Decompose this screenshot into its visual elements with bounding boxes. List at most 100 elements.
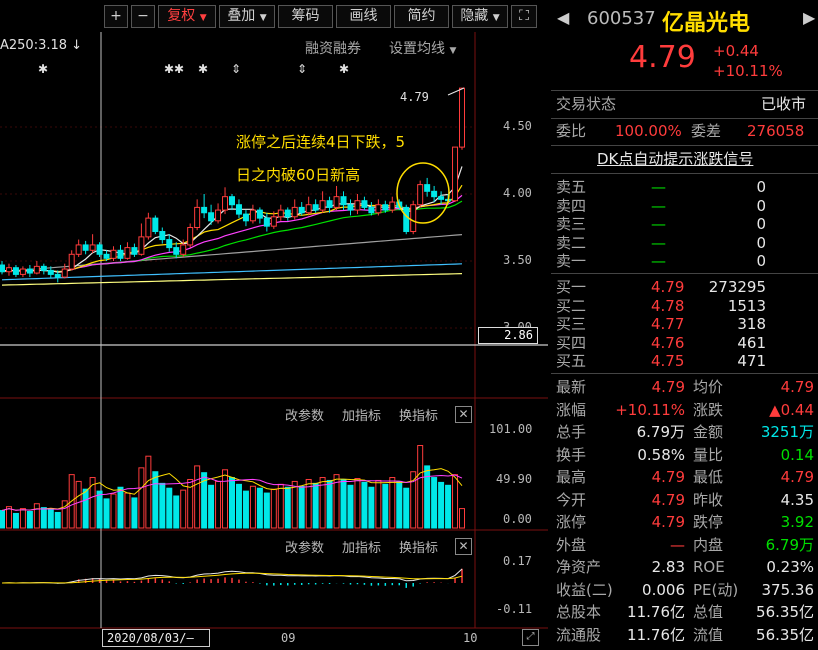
volume-bar [75,480,82,529]
buy-level-price: 4.78 [651,296,685,315]
next-stock-icon[interactable]: ▶ [803,8,815,27]
candle-body [61,268,68,278]
candle-body [438,196,445,200]
volume-bar [263,492,270,529]
volume-bar [382,483,389,529]
candle-body [452,146,459,202]
macd-add-indicator-button[interactable]: 加指标 [342,537,381,556]
expand-icon[interactable]: ⤢ [522,629,539,646]
volume-bar [270,488,277,529]
stat-label: 昨收 [693,490,724,509]
stat-label: 最新 [556,378,587,396]
finance-button[interactable]: 融资融券 [305,38,361,58]
candle-body [194,206,201,228]
candle-body [249,209,256,222]
buy-level-label: 买三 [556,315,587,333]
macd-edit-params-button[interactable]: 改参数 [285,537,324,556]
volume-bar [131,497,138,529]
volume-bar [375,479,382,529]
volume-bar [368,486,375,529]
buy-level-price: 4.79 [651,278,685,296]
candle-body [431,190,438,198]
volume-bar [208,484,215,529]
volume-bar [452,474,459,529]
volume-bar [152,471,159,529]
stat-label: 跌停 [693,513,724,531]
buy-level-price: 4.75 [651,352,685,370]
stat-label: 净资产 [556,558,602,576]
vol-add-indicator-button[interactable]: 加指标 [342,405,381,424]
volume-bar [347,484,354,529]
stat-label: 收益(二) [556,580,613,599]
candle-body [75,244,82,255]
volume-bar [403,487,410,529]
macd-switch-indicator-button[interactable]: 换指标 [399,537,438,556]
candle-body [180,244,187,255]
stat-value: 4.79 [651,468,685,486]
candle-body [424,184,431,192]
candle-body [361,200,368,208]
candle-body [291,206,298,218]
buy-level-price: 4.76 [651,333,685,352]
stat-label: 涨幅 [556,400,587,419]
dk-signal-link[interactable]: DK点自动提示涨跌信号 [597,149,753,169]
stat-value: 4.79 [651,490,685,509]
volume-bar [124,492,131,529]
stat-label: PE(动) [693,580,739,599]
vol-edit-params-button[interactable]: 改参数 [285,405,324,424]
candle-body [368,206,375,214]
signal-star-icon: ✱ [38,62,49,76]
volume-bar [229,477,235,529]
weicha-value: 276058 [747,122,805,140]
last-price-label: 4.79 [400,90,429,104]
set-ma-dropdown[interactable]: 设置均线 ▼ [389,38,456,58]
candle-body [145,217,152,238]
volume-bar [424,465,431,529]
stat-value: 4.79 [780,468,814,486]
buy-level-volume: 471 [737,352,766,370]
volume-bar [256,487,263,529]
stock-name: 亿晶光电 [662,11,751,36]
price-tick: 4.00 [503,186,532,200]
trade-status-label: 交易状态 [556,95,617,113]
volume-bar [298,485,305,529]
stock-code: 600537 [587,8,656,29]
last-price: 4.79 [629,40,696,75]
stat-label: 最低 [693,468,724,486]
stat-value: 6.79万 [636,423,685,441]
price-change: +0.44 [713,42,759,60]
candle-body [47,269,54,275]
volume-bar [459,508,465,529]
quote-panel: ◀ 600537 亿晶光电 ▶ 4.79 +0.44 +10.11% 交易状态 … [551,0,818,650]
month-label: 09 [281,631,296,645]
candle-body [347,204,354,211]
prev-stock-icon[interactable]: ◀ [557,8,569,27]
close-icon[interactable]: ✕ [455,538,472,555]
candle-body [277,209,284,218]
vol-switch-indicator-button[interactable]: 换指标 [399,405,438,424]
stat-value: 6.79万 [765,535,814,554]
macd-tick: -0.11 [496,602,533,616]
candle-body [208,212,215,222]
sell-level-price: — [651,215,666,233]
volume-bar [222,469,229,529]
volume-bar [291,480,298,529]
candle-body [215,209,222,222]
candle-body [124,247,131,259]
candle-body [131,247,138,255]
stat-label: 涨停 [556,513,587,531]
candle-body [229,196,235,206]
volume-bar [417,445,424,529]
volume-bar [215,480,222,529]
volume-bar [166,487,173,529]
volume-bar [0,510,5,529]
candle-body [82,244,89,251]
stat-label: 换手 [556,445,587,464]
candle-body [326,200,333,208]
close-icon[interactable]: ✕ [455,406,472,423]
buy-level-volume: 273295 [708,278,766,296]
buy-level-label: 买二 [556,296,587,315]
buy-level-label: 买五 [556,352,587,370]
sell-level-price: — [651,252,666,270]
volume-bar [354,478,361,529]
